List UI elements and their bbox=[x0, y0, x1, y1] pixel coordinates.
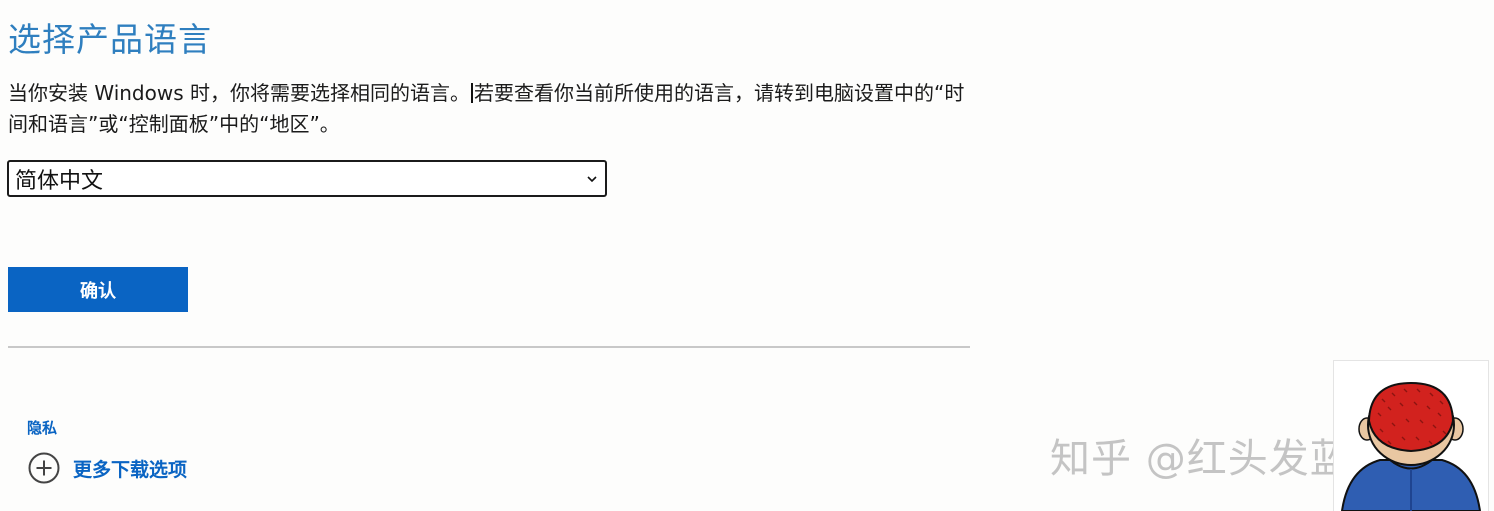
description-text-part1: 当你安装 Windows 时，你将需要选择相同的语言。 bbox=[8, 81, 470, 105]
more-download-options-link[interactable]: 更多下载选项 bbox=[28, 451, 187, 485]
divider bbox=[8, 346, 970, 348]
cartoon-avatar-icon bbox=[1340, 381, 1482, 511]
avatar bbox=[1333, 360, 1489, 511]
confirm-button[interactable]: 确认 bbox=[8, 267, 188, 312]
text-cursor-icon bbox=[471, 83, 473, 103]
more-download-options-label: 更多下载选项 bbox=[73, 458, 188, 481]
page-title: 选择产品语言 bbox=[8, 20, 212, 59]
language-select[interactable]: 简体中文 bbox=[7, 160, 607, 197]
plus-circle-icon bbox=[28, 452, 60, 484]
chevron-down-icon bbox=[587, 176, 597, 183]
language-select-value: 简体中文 bbox=[15, 168, 104, 194]
language-description: 当你安装 Windows 时，你将需要选择相同的语言。 若要查看你当前所使用的语言… bbox=[8, 78, 970, 140]
privacy-link[interactable]: 隐私 bbox=[27, 417, 57, 438]
